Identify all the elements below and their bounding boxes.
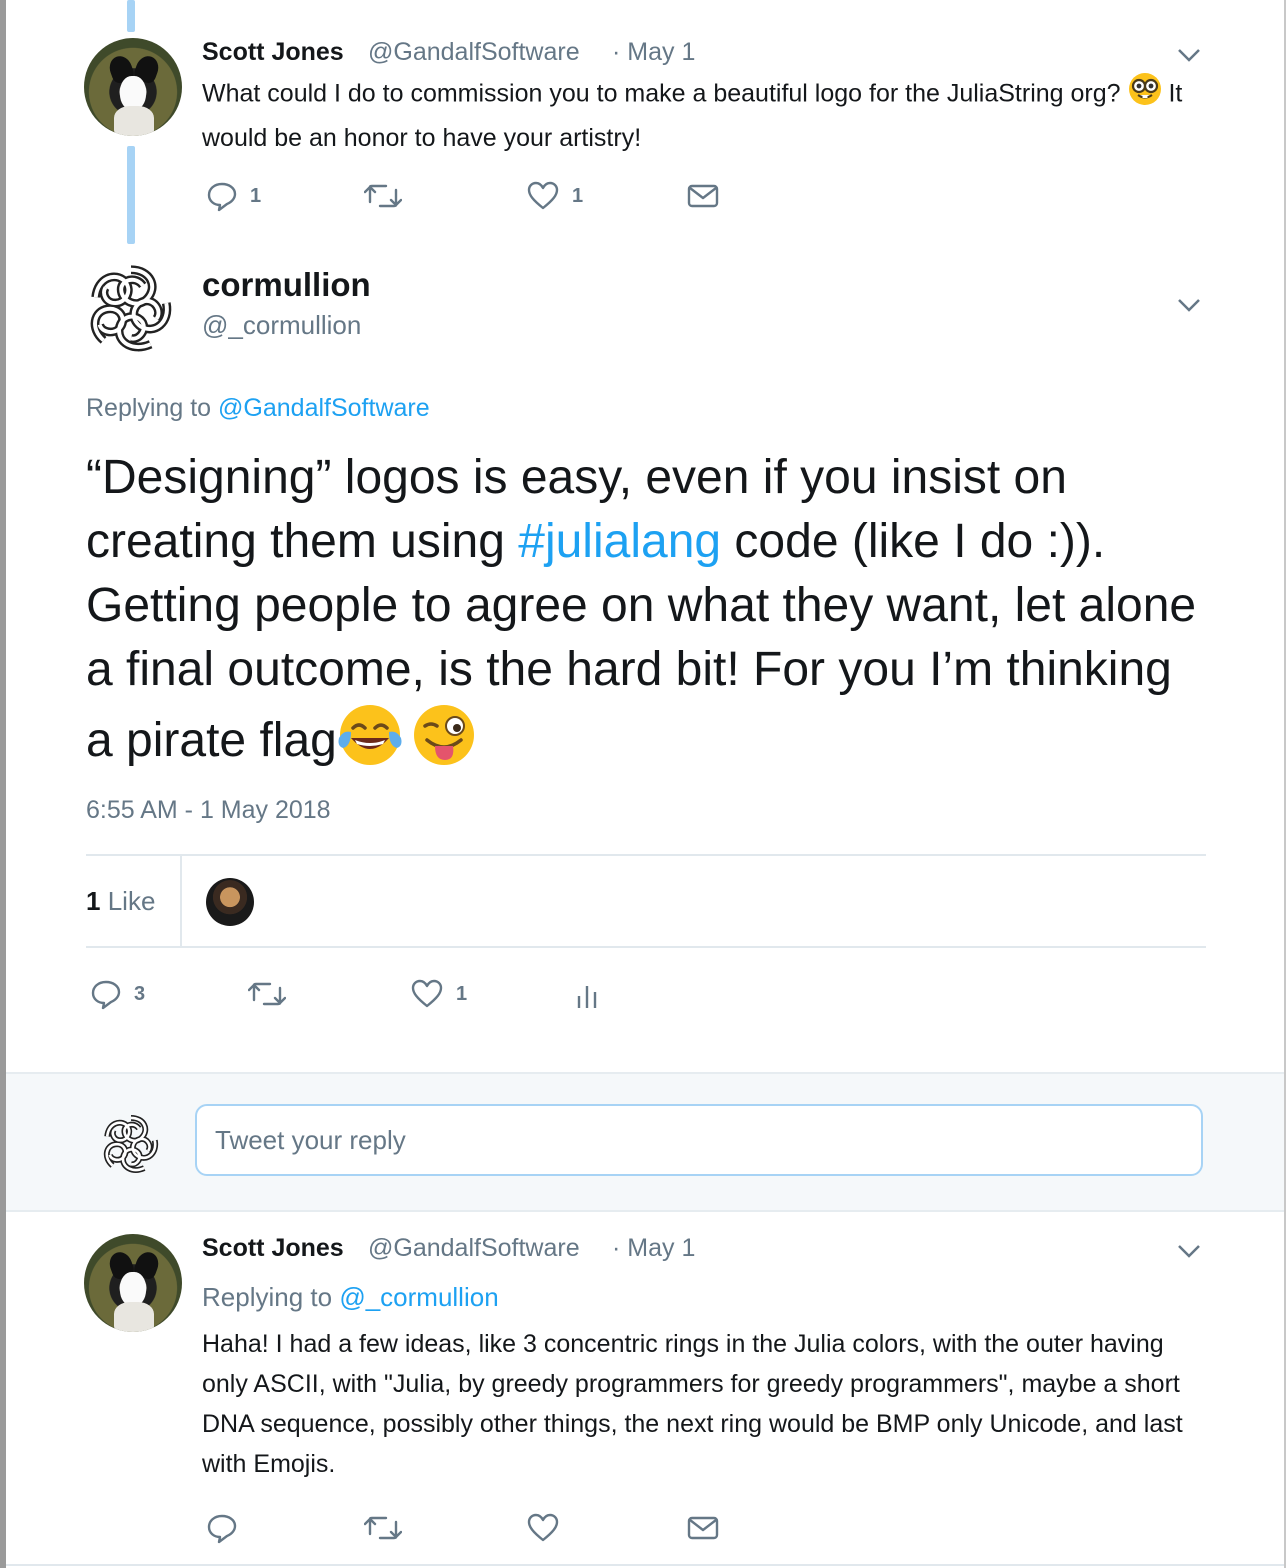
reply-icon [207,182,237,212]
replying-to: Replying to @_cormullion [202,1282,499,1312]
replying-to: Replying to @GandalfSoftware [86,394,430,422]
thread-line-bottom [127,146,135,244]
liker-avatar[interactable] [206,878,254,926]
like-button[interactable]: 1 [410,974,467,1014]
like-count: 1 [456,982,468,1005]
dm-icon [687,184,719,208]
dm-button[interactable] [686,176,720,216]
reply-button[interactable]: 3 [90,974,145,1014]
author-handle[interactable]: @GandalfSoftware [368,38,580,67]
analytics-button[interactable] [574,974,600,1014]
reply-button[interactable] [206,1508,238,1548]
winking-tongue-emoji [411,702,477,785]
tweet-text: “Designing” logos is easy, even if you i… [86,446,1206,785]
thread-line-top [127,0,135,32]
like-icon [411,979,443,1008]
dm-button[interactable] [686,1508,720,1548]
likes-summary[interactable]: 1 Like [86,886,155,917]
retweet-icon [364,1516,402,1540]
reply-input-box[interactable] [195,1104,1203,1176]
cormullion-logo[interactable] [82,258,180,356]
like-button[interactable]: 1 [526,176,583,216]
likes-vertical-divider [180,856,182,948]
replying-to-handle[interactable]: @GandalfSoftware [218,394,430,422]
author-name[interactable]: Scott Jones [202,1234,344,1263]
tweet-date[interactable]: · May 1 [612,1234,695,1263]
like-count: 1 [572,184,584,207]
chevron-down-icon[interactable] [1176,1238,1202,1264]
author-name[interactable]: Scott Jones [202,38,344,67]
divider [86,854,1206,856]
author-handle[interactable]: @_cormullion [202,310,361,341]
replying-to-handle[interactable]: @_cormullion [339,1282,498,1312]
reply-count: 1 [250,184,262,207]
retweet-button[interactable] [364,176,402,216]
nerd-face-emoji [1128,72,1162,118]
like-icon [527,1513,559,1542]
tweet-timestamp[interactable]: 6:55 AM - 1 May 2018 [86,796,331,825]
retweet-button[interactable] [364,1508,402,1548]
chevron-down-icon[interactable] [1176,42,1202,68]
tweet-reply-input[interactable] [213,1124,1177,1157]
tweet-text: Haha! I had a few ideas, like 3 concentr… [202,1330,1183,1478]
reply-icon [91,980,121,1010]
dm-icon [687,1516,719,1540]
tweet-text: What could I do to commission you to mak… [202,72,1202,158]
bottom-divider [6,1564,1284,1566]
window-frame-left [0,0,6,1568]
chevron-down-icon[interactable] [1176,292,1202,318]
hashtag-julialang[interactable]: #julialang [518,515,721,568]
like-button[interactable] [526,1508,560,1548]
likes-number: 1 [86,886,101,916]
retweet-button[interactable] [248,974,286,1014]
tears-of-joy-emoji [337,702,403,785]
retweet-icon [248,982,286,1006]
reply-button[interactable]: 1 [206,176,261,216]
cormullion-logo[interactable] [98,1110,164,1176]
retweet-icon [364,184,402,208]
avatar[interactable] [84,1234,182,1332]
analytics-icon [577,986,597,1008]
likes-label: Like [107,886,156,916]
tweet-date[interactable]: · May 1 [612,38,695,67]
like-icon [527,181,559,210]
reply-icon [207,1514,237,1544]
divider [86,946,1206,948]
author-name[interactable]: cormullion [202,266,371,304]
reply-count: 3 [134,982,146,1005]
avatar[interactable] [84,38,182,136]
author-handle[interactable]: @GandalfSoftware [368,1234,580,1263]
